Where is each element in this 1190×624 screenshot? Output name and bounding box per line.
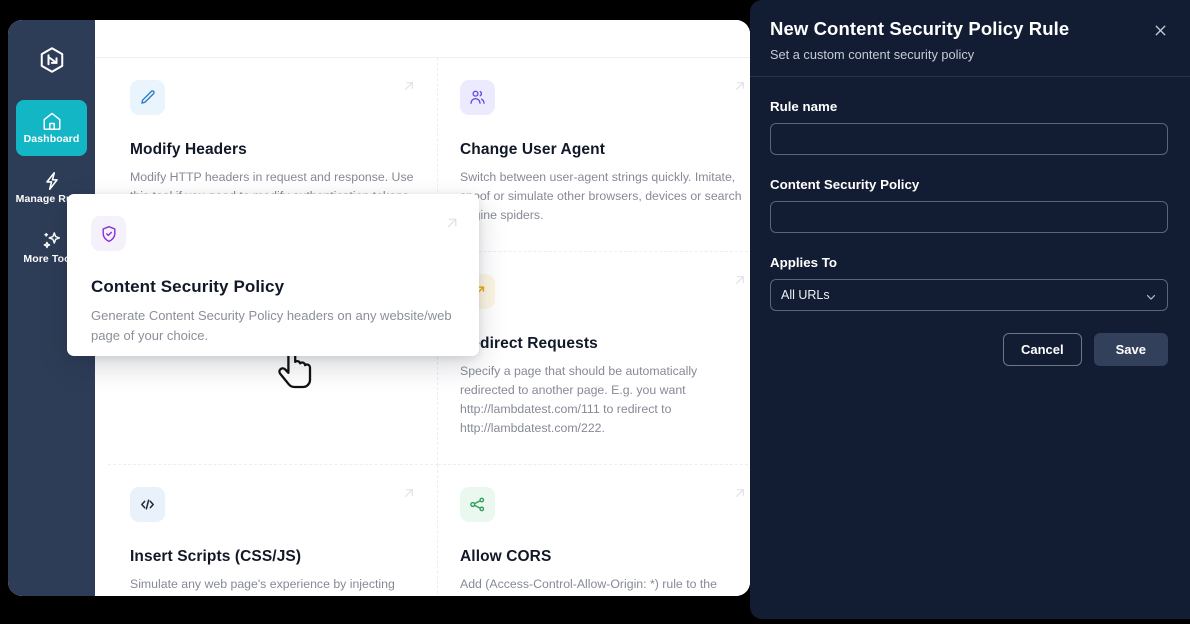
tool-card-redirect-requests[interactable]: Redirect Requests Specify a page that sh… — [438, 252, 750, 466]
csp-field-group: Content Security Policy — [770, 177, 1168, 233]
code-icon — [141, 499, 154, 510]
shield-check-icon-box — [91, 216, 126, 251]
card-description: Specify a page that should be automatica… — [460, 364, 698, 436]
card-title: Redirect Requests — [460, 335, 598, 353]
shield-check-icon — [101, 225, 116, 242]
cancel-button[interactable]: Cancel — [1002, 333, 1082, 366]
panel-title: New Content Security Policy Rule — [770, 18, 1070, 39]
sparkles-icon — [41, 230, 63, 252]
card-title: Modify Headers — [130, 141, 247, 158]
panel-header: New Content Security Policy Rule Set a c… — [750, 0, 1190, 77]
rule-name-field-group: Rule name — [770, 99, 1168, 155]
applies-to-select[interactable]: All URLsSpecific URLURL containsRegex ma… — [770, 279, 1168, 311]
panel-subtitle: Set a custom content security policy — [770, 47, 975, 62]
close-button[interactable] — [1150, 20, 1170, 40]
card-description: Generate Content Security Policy headers… — [91, 308, 452, 344]
panel-action-buttons: Cancel Save — [770, 333, 1168, 366]
pencil-icon — [141, 90, 155, 104]
new-rule-panel: New Content Security Policy Rule Set a c… — [750, 0, 1190, 619]
app-logo[interactable] — [24, 32, 80, 88]
arrow-up-right-icon — [736, 489, 744, 498]
requestly-hexagon-logo-icon — [40, 47, 63, 73]
code-icon-box — [130, 487, 165, 523]
csp-label: Content Security Policy — [770, 177, 920, 192]
card-title: Insert Scripts (CSS/JS) — [130, 548, 302, 566]
applies-to-select-wrap: All URLsSpecific URLURL containsRegex ma… — [770, 279, 1168, 311]
sidebar-item-label: Dashboard — [23, 133, 80, 146]
pencil-icon-box — [130, 80, 165, 115]
users-icon — [470, 90, 485, 104]
panel-body: Rule name Content Security Policy Applie… — [750, 77, 1190, 366]
share-nodes-icon — [470, 497, 485, 512]
tool-card-allow-cors[interactable]: Allow CORS Add (Access-Control-Allow-Ori… — [438, 465, 750, 596]
users-icon-box — [460, 80, 495, 115]
card-description: Simulate any web page's experience by in… — [130, 577, 395, 592]
rule-name-label: Rule name — [770, 99, 838, 114]
card-title: Allow CORS — [460, 548, 552, 566]
tool-card-change-user-agent[interactable]: Change User Agent Switch between user-ag… — [438, 58, 750, 253]
save-button[interactable]: Save — [1093, 333, 1168, 366]
sidebar-item-dashboard[interactable]: Dashboard — [16, 100, 87, 156]
applies-to-label: Applies To — [770, 255, 837, 270]
content-topbar — [95, 20, 750, 58]
arrow-up-right-icon — [736, 276, 744, 285]
arrow-up-right-icon — [447, 218, 457, 228]
home-icon — [41, 110, 63, 132]
card-description: Add (Access-Control-Allow-Origin: *) rul… — [460, 577, 717, 592]
arrow-up-right-icon — [736, 82, 744, 90]
lightning-bolt-icon — [41, 170, 63, 192]
rule-name-input[interactable] — [770, 123, 1168, 155]
tool-card-insert-scripts[interactable]: Insert Scripts (CSS/JS) Simulate any web… — [108, 465, 438, 596]
card-title: Content Security Policy — [91, 277, 285, 296]
arrow-up-right-icon — [405, 489, 413, 498]
card-title: Change User Agent — [460, 141, 605, 158]
arrow-up-right-icon — [405, 82, 413, 90]
screen-root: Dashboard Manage Rules More Tools Modify… — [0, 0, 1190, 624]
card-description: Switch between user-agent strings quickl… — [460, 170, 742, 223]
close-icon — [1155, 25, 1165, 35]
csp-input[interactable] — [770, 201, 1168, 233]
applies-to-field-group: Applies To All URLsSpecific URLURL conta… — [770, 255, 1168, 311]
share-nodes-icon-box — [460, 487, 495, 523]
tool-card-content-security-policy[interactable]: Content Security Policy Generate Content… — [67, 194, 479, 356]
